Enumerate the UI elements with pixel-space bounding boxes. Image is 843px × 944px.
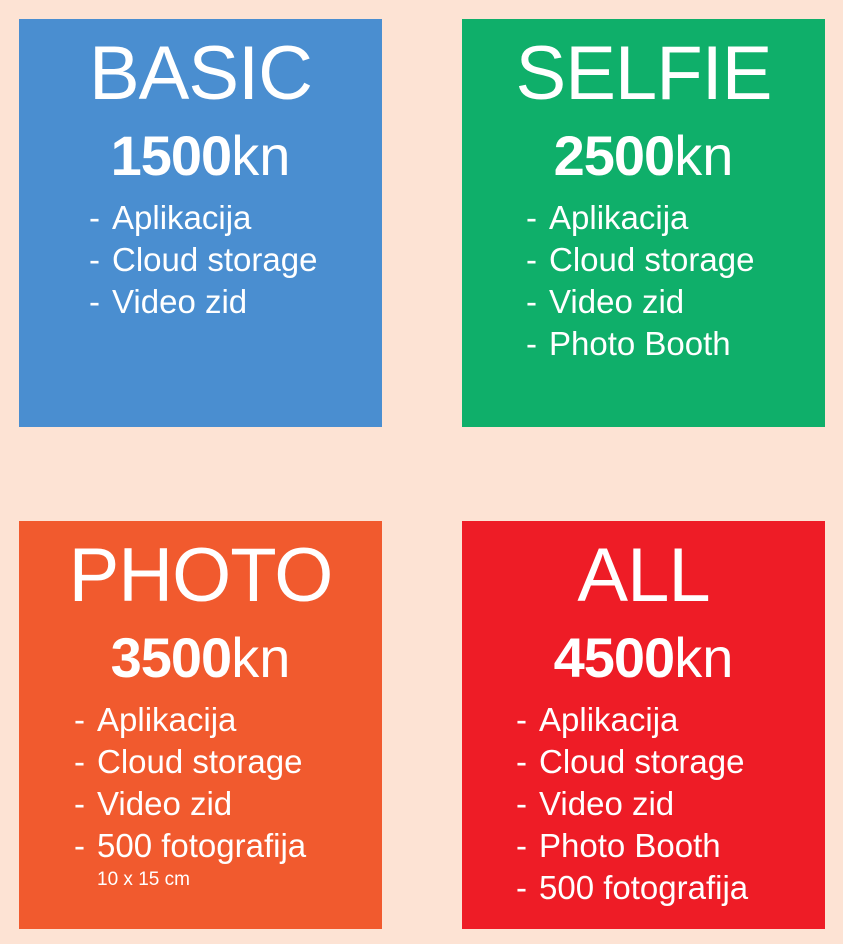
package-price: 3500kn — [19, 623, 382, 693]
feature-bullet: - — [516, 827, 527, 864]
feature-item: - Aplikacija — [74, 699, 306, 741]
feature-label: Aplikacija — [549, 199, 689, 236]
feature-note: 10 x 15 cm — [97, 869, 190, 890]
package-title: PHOTO — [68, 533, 334, 618]
feature-item: -500 fotografija — [74, 825, 306, 867]
package-price: 4500kn — [462, 623, 825, 693]
feature-bullet: - — [89, 199, 100, 236]
price-unit: kn — [674, 124, 734, 187]
price-amount: 2500 — [553, 124, 676, 187]
feature-label: Video zid — [97, 785, 233, 822]
price-amount: 4500 — [553, 626, 676, 689]
feature-bullet: - — [74, 785, 85, 822]
feature-list: - Aplikacija - Cloud storage - Video zid — [89, 197, 317, 323]
feature-item: - Video zid — [516, 783, 748, 825]
feature-item: - Video zid — [89, 281, 317, 323]
feature-bullet: - — [526, 241, 537, 278]
feature-label: Photo Booth — [539, 827, 721, 864]
package-title: ALL — [577, 533, 710, 618]
package-card-all: ALL 4500kn - Aplikacija - Cloud storage -V… — [462, 521, 825, 929]
feature-list: - Aplikacija - Cloud storage - Video zid -P… — [516, 699, 748, 909]
feature-bullet: - — [89, 241, 100, 278]
price-amount: 3500 — [110, 626, 233, 689]
package-price: 1500kn — [19, 121, 382, 191]
feature-item: -500 fotografija — [516, 867, 748, 909]
feature-item: - Aplikacija — [89, 197, 317, 239]
feature-label: Cloud storage — [539, 743, 745, 780]
feature-label: Video zid — [549, 283, 685, 320]
feature-bullet: - — [516, 701, 527, 738]
feature-label: Aplikacija — [97, 701, 237, 738]
feature-bullet: - — [526, 199, 537, 236]
feature-bullet: - — [516, 869, 527, 906]
feature-item: - Cloud storage — [89, 239, 317, 281]
price-unit: kn — [674, 626, 734, 689]
feature-bullet: - — [74, 701, 85, 738]
package-card-photo: PHOTO 3500kn - Aplikacija - Cloud storage … — [19, 521, 382, 929]
feature-item: - Aplikacija — [526, 197, 754, 239]
feature-item: - Video zid — [74, 783, 306, 825]
feature-item: - Cloud storage — [74, 741, 306, 783]
feature-label: Cloud storage — [112, 241, 318, 278]
feature-label: 500 fotografija — [97, 827, 307, 864]
feature-item: - Cloud storage — [516, 741, 748, 783]
feature-label: Photo Booth — [549, 325, 731, 362]
feature-item: - Cloud storage — [526, 239, 754, 281]
feature-label: Video zid — [112, 283, 248, 320]
feature-list: - Aplikacija - Cloud storage - Video zid -P… — [526, 197, 754, 365]
feature-label: 500 fotografija — [539, 869, 749, 906]
feature-item: - Photo Booth — [526, 323, 754, 365]
package-price: 2500kn — [462, 121, 825, 191]
feature-item: - Video zid — [526, 281, 754, 323]
feature-label: Aplikacija — [539, 701, 679, 738]
package-title: BASIC — [88, 31, 313, 116]
feature-bullet: - — [74, 827, 85, 864]
package-title: SELFIE — [515, 31, 773, 116]
feature-label: Cloud storage — [549, 241, 755, 278]
feature-bullet: - — [74, 743, 85, 780]
feature-bullet: - — [526, 283, 537, 320]
feature-item: - Aplikacija — [516, 699, 748, 741]
package-card-selfie: SELFIE 2500kn - Aplikacija - Cloud storage… — [462, 19, 825, 427]
package-card-basic: BASIC 1500kn - Aplikacija - Cloud storage … — [19, 19, 382, 427]
feature-label: Aplikacija — [112, 199, 252, 236]
price-unit: kn — [231, 626, 291, 689]
price-unit: kn — [231, 124, 291, 187]
price-amount: 1500 — [110, 124, 233, 187]
feature-bullet: - — [526, 325, 537, 362]
feature-item: - Photo Booth — [516, 825, 748, 867]
feature-label: Video zid — [539, 785, 675, 822]
feature-bullet: - — [516, 785, 527, 822]
feature-bullet: - — [516, 743, 527, 780]
feature-list: - Aplikacija - Cloud storage - Video zid -5… — [74, 699, 306, 867]
feature-bullet: - — [89, 283, 100, 320]
feature-label: Cloud storage — [97, 743, 303, 780]
